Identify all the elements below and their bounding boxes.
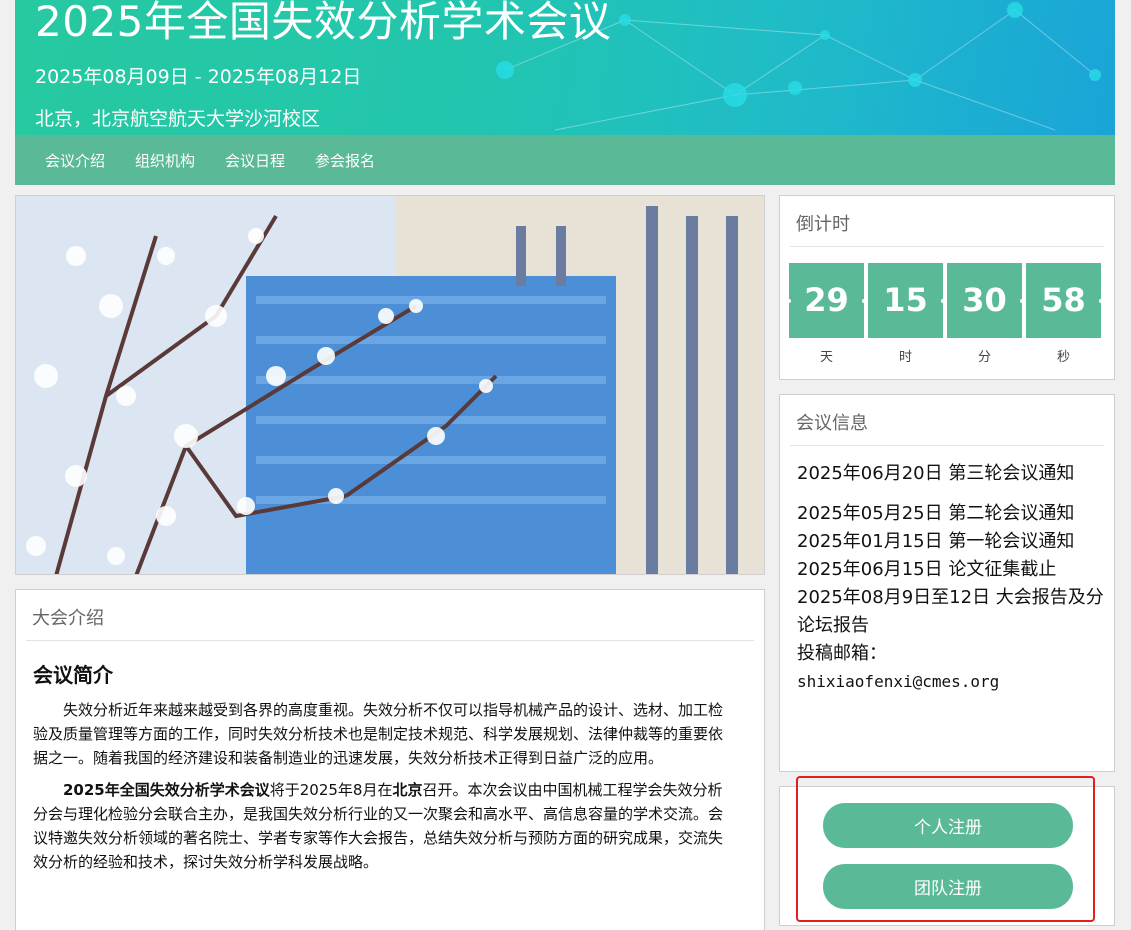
countdown-hours-unit: 时	[898, 350, 912, 365]
info-item: 2025年06月15日 论文征集截止	[797, 559, 1057, 580]
registration-card: 个人注册 团队注册	[779, 786, 1115, 926]
info-card: 会议信息 2025年06月20日 第三轮会议通知 2025年05月25日 第二轮…	[779, 394, 1115, 772]
conference-dates: 2025年08月09日 - 2025年08月12日	[35, 66, 362, 88]
countdown-seconds-value: 58	[1041, 281, 1086, 319]
conference-location: 北京，北京航空航天大学沙河校区	[35, 108, 321, 130]
conference-banner: 2025年全国失效分析学术会议 2025年08月09日 - 2025年08月12…	[15, 0, 1115, 135]
info-item: 2025年08月9日至12日 大会报告及分论坛报告	[797, 587, 1104, 636]
countdown-days-value: 29	[804, 281, 849, 319]
intro-heading: 会议简介	[33, 663, 113, 687]
intro-paragraph-1: 失效分析近年来越来越受到各界的高度重视。失效分析不仅可以指导机械产品的设计、选材…	[33, 701, 724, 767]
countdown-minutes-value: 30	[962, 281, 1007, 319]
info-card-title: 会议信息	[790, 395, 1104, 446]
city-bold: 北京	[392, 781, 423, 799]
nav-item-organization[interactable]: 组织机构	[135, 150, 195, 171]
countdown-row: 29 天 15 时 30 分 58 秒	[787, 263, 1114, 365]
hero-photo-illustration	[16, 196, 764, 574]
intro-paragraph-2: 2025年全国失效分析学术会议将于2025年8月在北京召开。本次会议由中国机械工…	[33, 778, 736, 874]
intro-card-title: 大会介绍	[26, 590, 754, 641]
countdown-hours-value: 15	[883, 281, 928, 319]
countdown-seconds: 58 秒	[1026, 263, 1103, 365]
countdown-title: 倒计时	[790, 196, 1104, 247]
conference-name-bold: 2025年全国失效分析学术会议	[63, 781, 270, 799]
team-register-button[interactable]: 团队注册	[823, 864, 1073, 909]
countdown-seconds-unit: 秒	[1056, 350, 1070, 365]
countdown-hours: 15 时	[868, 263, 945, 365]
conference-title: 2025年全国失效分析学术会议	[35, 0, 612, 46]
submission-email[interactable]: shixiaofenxi@cmes.org	[797, 668, 1114, 696]
info-item: 投稿邮箱：	[797, 643, 887, 664]
countdown-card: 倒计时 29 天 15 时 30 分 58 秒	[779, 195, 1115, 380]
personal-register-button[interactable]: 个人注册	[823, 803, 1073, 848]
info-item: 2025年01月15日 第一轮会议通知	[797, 531, 1075, 552]
countdown-minutes: 30 分	[947, 263, 1024, 365]
intro-p2-mid: 将于2025年8月在	[269, 781, 393, 799]
countdown-days: 29 天	[787, 263, 866, 365]
countdown-days-unit: 天	[819, 350, 833, 365]
nav-item-schedule[interactable]: 会议日程	[225, 150, 285, 171]
hero-image	[15, 195, 765, 575]
info-list: 2025年06月20日 第三轮会议通知 2025年05月25日 第二轮会议通知 …	[780, 446, 1114, 696]
info-item: 2025年05月25日 第二轮会议通知	[797, 503, 1075, 524]
info-item: 2025年06月20日 第三轮会议通知	[797, 463, 1075, 484]
nav-item-registration[interactable]: 参会报名	[315, 150, 375, 171]
main-nav: 会议介绍 组织机构 会议日程 参会报名	[15, 135, 1115, 185]
nav-item-intro[interactable]: 会议介绍	[45, 150, 105, 171]
countdown-minutes-unit: 分	[977, 350, 991, 365]
intro-card: 大会介绍 会议简介 失效分析近年来越来越受到各界的高度重视。失效分析不仅可以指导…	[15, 589, 765, 930]
